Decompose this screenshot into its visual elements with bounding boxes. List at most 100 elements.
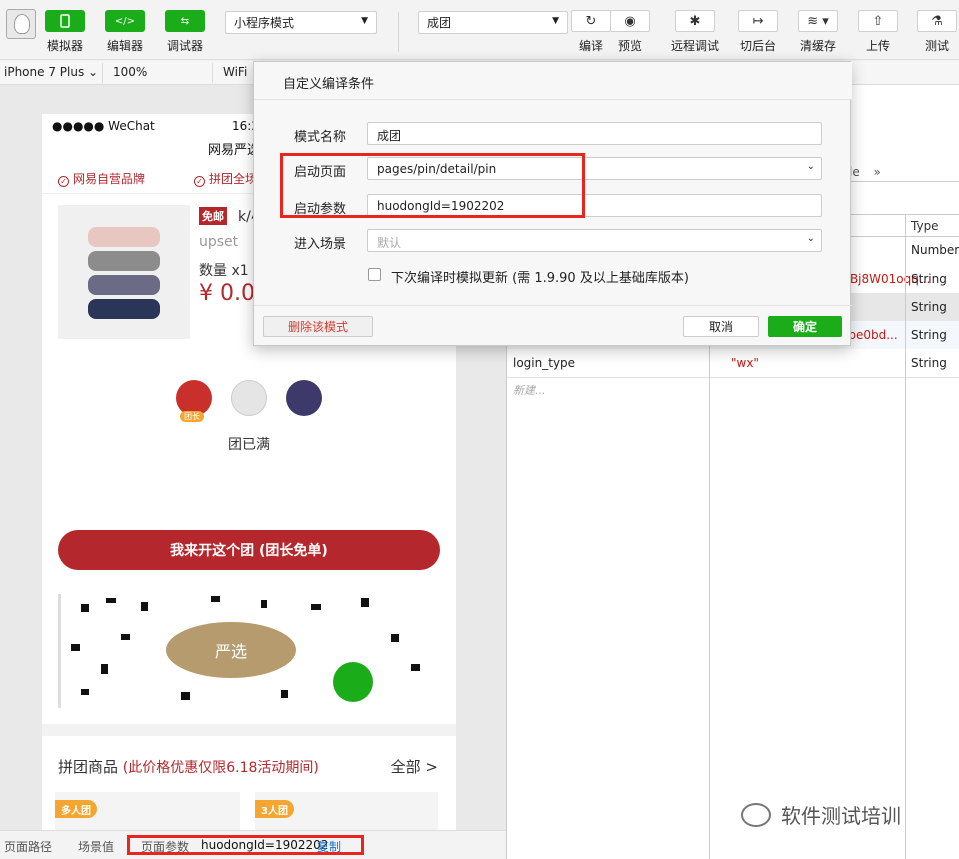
- scene-select[interactable]: 默认 ⌄: [367, 229, 822, 252]
- upload-button[interactable]: ⇧: [858, 10, 898, 32]
- column-header-type: Type: [911, 219, 939, 233]
- debugger-label: 调试器: [166, 39, 203, 53]
- product-quantity: 数量 x1: [199, 263, 249, 279]
- editor-label: 编辑器: [106, 39, 143, 53]
- page-path-tab[interactable]: 页面路径: [4, 838, 52, 855]
- eye-icon: ◉: [624, 13, 636, 29]
- network-select[interactable]: WiFi: [223, 65, 247, 79]
- devbar-divider: [212, 63, 213, 83]
- preview-label: 预览: [617, 39, 642, 53]
- simulator-label: 模拟器: [46, 39, 83, 53]
- highlight-box: [127, 835, 364, 855]
- compile-select-value: 成团: [427, 16, 452, 30]
- qr-logo: 严选: [166, 622, 296, 678]
- row-border: [507, 377, 959, 378]
- panel-tab[interactable]: le »: [849, 165, 881, 179]
- badge-item: ✓ 拼团全场: [194, 170, 257, 187]
- chevron-down-icon: ⌄: [806, 233, 815, 244]
- simulator-button[interactable]: [45, 10, 85, 32]
- test-label: 测试: [924, 39, 949, 53]
- upload-icon: ⇧: [872, 13, 884, 29]
- scene-placeholder: 默认: [377, 236, 402, 250]
- chevron-down-icon: ⌄: [806, 161, 815, 172]
- zoom-select[interactable]: 100%: [113, 65, 147, 79]
- confirm-button[interactable]: 确定: [768, 316, 842, 337]
- sock-pink: [88, 227, 160, 247]
- value-cell[interactable]: "wx": [731, 356, 759, 370]
- top-toolbar: 模拟器 </> 编辑器 ⇆ 调试器 小程序模式 ▼ 成团 ▼ ↻ 编译 ◉ 预览…: [0, 0, 959, 60]
- simulate-update-label: 下次编译时模拟更新 (需 1.9.90 及以上基础库版本): [391, 271, 689, 286]
- layers-icon: ≋ ▾: [807, 13, 829, 29]
- scene-tab[interactable]: 场景值: [78, 838, 114, 855]
- preview-button[interactable]: ◉: [610, 10, 650, 32]
- leader-tag: 团长: [180, 411, 204, 422]
- background-button[interactable]: ↦: [738, 10, 778, 32]
- badge-item: ✓ 网易自营品牌: [58, 170, 145, 187]
- type-cell: String: [911, 300, 947, 314]
- group-products-header: 拼团商品 (此价格优惠仅限6.18活动期间): [58, 756, 319, 777]
- watermark: 软件测试培训: [741, 800, 901, 829]
- clear-cache-button[interactable]: ≋ ▾: [798, 10, 838, 32]
- scene-label: 进入场景: [294, 237, 347, 252]
- free-shipping-badge: 免邮: [199, 207, 227, 225]
- compile-select[interactable]: 成团 ▼: [418, 11, 568, 34]
- open-group-button[interactable]: 我来开这个团 (团长免单): [58, 530, 440, 570]
- simulate-update-checkbox[interactable]: [368, 268, 381, 281]
- dialog-footer-divider: [254, 305, 852, 306]
- refresh-icon: ↻: [585, 13, 597, 29]
- member-avatar[interactable]: [286, 380, 322, 416]
- caret-down-icon: ▼: [361, 16, 368, 26]
- bug-icon: ✱: [689, 13, 701, 29]
- product-price: ¥ 0.0: [199, 281, 255, 306]
- type-cell: String: [911, 328, 947, 342]
- phone-icon: [60, 14, 70, 28]
- type-cell: String: [911, 356, 947, 370]
- group-tag: 多人团: [55, 800, 97, 818]
- group-products-title: 拼团商品: [58, 758, 119, 776]
- user-avatar[interactable]: [6, 9, 36, 39]
- mode-name-input[interactable]: 成团: [367, 122, 822, 145]
- wechat-official-account-icon: [741, 802, 771, 827]
- double-chevron-icon: »: [873, 165, 881, 179]
- clear-cache-label: 清缓存: [799, 39, 836, 53]
- editor-button[interactable]: </>: [105, 10, 145, 32]
- mode-name-label: 模式名称: [294, 130, 347, 145]
- section-divider: [42, 724, 456, 736]
- check-circle-icon: ✓: [58, 176, 69, 187]
- type-cell: String: [911, 272, 947, 286]
- test-button[interactable]: ⚗: [917, 10, 957, 32]
- bird-icon: [14, 14, 30, 34]
- devbar-divider: [102, 63, 103, 83]
- watermark-text: 软件测试培训: [781, 804, 901, 828]
- sock-gray: [88, 251, 160, 271]
- member-avatar[interactable]: [231, 380, 267, 416]
- device-select[interactable]: iPhone 7 Plus ⌄: [4, 65, 98, 79]
- group-products-note: (此价格优惠仅限6.18活动期间): [122, 760, 319, 776]
- type-cell: Number: [911, 243, 959, 257]
- product-subtitle: upset: [199, 234, 239, 250]
- bottom-status-bar: 页面路径 场景值 页面参数 huodongId=1902202 复制: [0, 830, 506, 859]
- cancel-button[interactable]: 取消: [683, 316, 759, 337]
- upload-label: 上传: [865, 39, 890, 53]
- product-image: [58, 205, 190, 339]
- group-members: 团长: [42, 344, 456, 454]
- debugger-button[interactable]: ⇆: [165, 10, 205, 32]
- key-cell[interactable]: login_type: [513, 356, 575, 370]
- mode-select[interactable]: 小程序模式 ▼: [225, 11, 377, 34]
- arrow-right-bar-icon: ↦: [752, 13, 764, 29]
- chevron-down-icon: ⌄: [88, 65, 99, 79]
- dialog-title: 自定义编译条件: [254, 62, 852, 100]
- view-all-link[interactable]: 全部 >: [391, 756, 438, 777]
- new-row-placeholder[interactable]: 新建...: [513, 382, 546, 398]
- mini-program-icon: [333, 662, 373, 702]
- swap-icon: ⇆: [180, 15, 190, 27]
- delete-mode-button[interactable]: 删除该模式: [263, 316, 373, 337]
- mode-select-value: 小程序模式: [234, 16, 295, 30]
- compile-button[interactable]: ↻: [571, 10, 611, 32]
- highlight-box: [280, 153, 585, 218]
- column-divider: [905, 215, 906, 859]
- mini-program-qr-code: 严选: [58, 594, 440, 708]
- remote-debug-button[interactable]: ✱: [675, 10, 715, 32]
- background-label: 切后台: [739, 39, 776, 53]
- flask-icon: ⚗: [931, 13, 943, 29]
